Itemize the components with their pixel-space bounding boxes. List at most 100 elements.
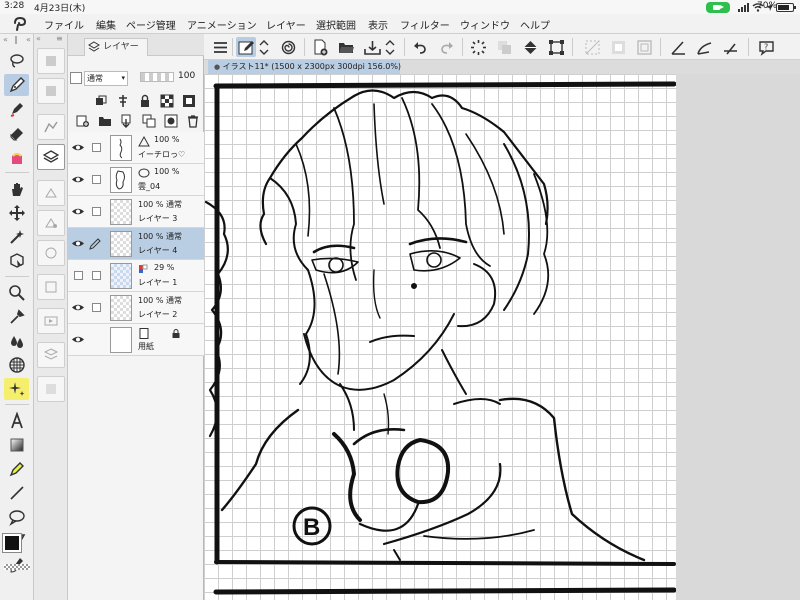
tool-decoration[interactable]: [4, 146, 29, 168]
undo-button[interactable]: [410, 37, 430, 57]
eye-icon[interactable]: [72, 175, 84, 184]
save-stepper[interactable]: [384, 37, 396, 57]
reference-layer-icon[interactable]: [116, 94, 130, 108]
sub-tool-8[interactable]: [37, 342, 65, 368]
transparent-color-swatch[interactable]: [4, 564, 30, 570]
layer-checkbox[interactable]: [92, 143, 101, 152]
sub-tool-brush-set[interactable]: [37, 114, 65, 140]
ruler-button[interactable]: [668, 37, 688, 57]
tool-balloon[interactable]: [4, 506, 29, 528]
menu-view[interactable]: 表示: [368, 17, 388, 32]
tool-move[interactable]: [4, 202, 29, 224]
tool-eyedropper[interactable]: [4, 306, 29, 328]
layer-row[interactable]: 100 % 通常 レイヤー 3: [68, 196, 204, 228]
loading-button[interactable]: [468, 37, 488, 57]
copy-button[interactable]: [494, 37, 514, 57]
sub-tool-7[interactable]: [37, 308, 65, 334]
main-color-swatch[interactable]: [2, 533, 22, 553]
tool-gradient[interactable]: [4, 434, 29, 456]
new-file-button[interactable]: [310, 37, 330, 57]
deselect-button[interactable]: [582, 37, 602, 57]
tool-figure[interactable]: [4, 458, 29, 480]
mask-icon[interactable]: [182, 94, 196, 108]
merge-down-icon[interactable]: [120, 114, 134, 128]
opacity-slider[interactable]: [140, 72, 174, 82]
blend-mode-select[interactable]: 通常 ▾: [84, 71, 128, 86]
new-folder-icon[interactable]: [98, 114, 112, 128]
layer-checkbox[interactable]: [92, 207, 101, 216]
layer-row[interactable]: 29 % レイヤー 1: [68, 260, 204, 292]
lock-transparent-icon[interactable]: [160, 94, 174, 108]
tool-eraser[interactable]: [4, 122, 29, 144]
menu-button[interactable]: [210, 37, 230, 57]
tool-line[interactable]: [4, 482, 29, 504]
transform-button[interactable]: [546, 37, 566, 57]
tool-text[interactable]: [4, 410, 29, 432]
trash-icon[interactable]: [186, 114, 200, 128]
sub-tool-5[interactable]: [37, 240, 65, 266]
menu-filter[interactable]: フィルター: [400, 17, 450, 32]
document-tab[interactable]: ● イラスト11* (1500 x 2300px 300dpi 156.0%): [208, 60, 401, 74]
menu-file[interactable]: ファイル: [44, 17, 84, 32]
sub-tool-3[interactable]: [37, 180, 65, 206]
edit-mode-button[interactable]: [236, 37, 256, 57]
tool-lasso[interactable]: [4, 50, 29, 72]
selection-border-button[interactable]: [634, 37, 654, 57]
menu-page[interactable]: ページ管理: [126, 17, 176, 32]
menu-edit[interactable]: 編集: [96, 17, 116, 32]
layer-row[interactable]: 100 % イーチロっ♡: [68, 132, 204, 164]
lock-icon[interactable]: [138, 94, 152, 108]
menu-layer[interactable]: レイヤー: [266, 17, 306, 32]
panel-menu-icon[interactable]: ≡: [56, 34, 63, 43]
new-raster-layer-icon[interactable]: [76, 114, 90, 128]
help-button[interactable]: ?: [756, 37, 776, 57]
canvas-paper[interactable]: B: [204, 74, 676, 600]
tool-fill[interactable]: [4, 330, 29, 352]
layer-tab[interactable]: レイヤー: [84, 38, 148, 56]
layer-checkbox[interactable]: [92, 303, 101, 312]
copy-layer-icon[interactable]: [142, 114, 156, 128]
collapse-icon[interactable]: «: [36, 34, 41, 43]
tool-zoom[interactable]: [4, 282, 29, 304]
save-button[interactable]: [362, 37, 382, 57]
app-logo-icon[interactable]: [12, 16, 28, 32]
fill-button[interactable]: [520, 37, 540, 57]
layer-checkbox[interactable]: [92, 175, 101, 184]
menu-help[interactable]: ヘルプ: [520, 17, 550, 32]
layer-checkbox[interactable]: [92, 271, 101, 280]
canvas-area[interactable]: B: [204, 74, 800, 600]
menu-selection[interactable]: 選択範囲: [316, 17, 356, 32]
perspective-button[interactable]: [694, 37, 714, 57]
sub-tool-4[interactable]: [37, 210, 65, 236]
layer-row[interactable]: 100 % 雲_04: [68, 164, 204, 196]
menu-window[interactable]: ウィンドウ: [460, 17, 510, 32]
clip-icon[interactable]: [94, 94, 108, 108]
eye-icon[interactable]: [72, 335, 84, 344]
eye-icon[interactable]: [72, 143, 84, 152]
mode-stepper[interactable]: [258, 37, 270, 57]
eye-icon[interactable]: [72, 303, 84, 312]
layer-row-paper[interactable]: 用紙: [68, 324, 204, 356]
eye-icon[interactable]: [72, 239, 84, 248]
tool-gradient-pattern[interactable]: [4, 354, 29, 376]
symmetry-button[interactable]: [720, 37, 740, 57]
eye-icon[interactable]: [72, 207, 84, 216]
layer-color-box[interactable]: [70, 72, 82, 84]
tool-object[interactable]: [4, 250, 29, 272]
tool-auto-select[interactable]: [4, 226, 29, 248]
tool-marker[interactable]: [4, 98, 29, 120]
tool-pen[interactable]: [4, 74, 29, 96]
visibility-off-checkbox[interactable]: [74, 271, 83, 280]
redo-button[interactable]: [436, 37, 456, 57]
layer-row[interactable]: 100 % 通常 レイヤー 2: [68, 292, 204, 324]
open-file-button[interactable]: [336, 37, 356, 57]
cloud-button[interactable]: [278, 37, 298, 57]
sub-tool-6[interactable]: [37, 274, 65, 300]
sub-tool-9[interactable]: [37, 376, 65, 402]
layer-row-selected[interactable]: 100 % 通常 レイヤー 4: [68, 228, 204, 260]
tool-hand[interactable]: [4, 178, 29, 200]
sub-tool-layer[interactable]: [37, 144, 65, 170]
menu-animation[interactable]: アニメーション: [187, 17, 257, 32]
sub-tool-2[interactable]: [37, 78, 65, 104]
invert-selection-button[interactable]: [608, 37, 628, 57]
